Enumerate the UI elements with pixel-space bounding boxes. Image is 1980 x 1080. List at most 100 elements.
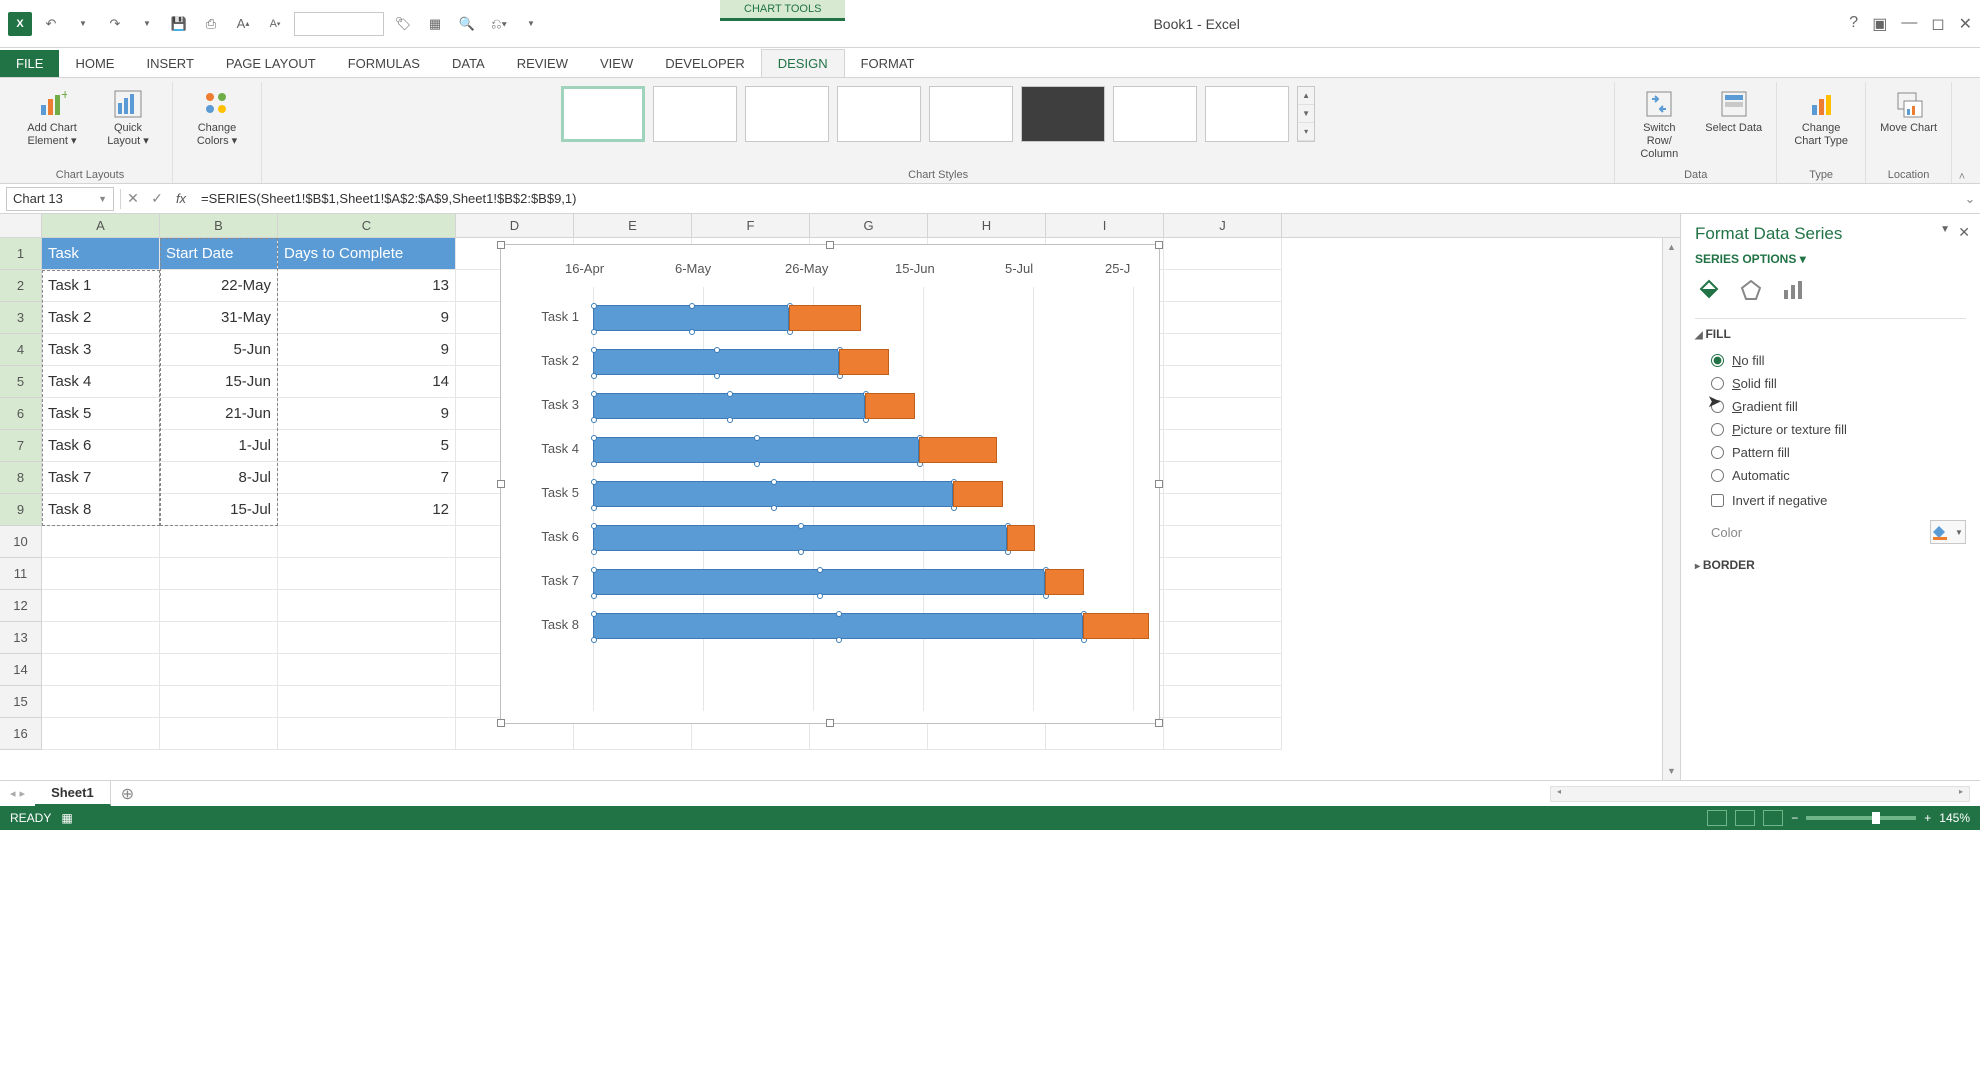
cell-B4[interactable]: 5-Jun [160,334,278,366]
tab-insert[interactable]: INSERT [130,50,209,77]
cell-B13[interactable] [160,622,278,654]
quick-layout-button[interactable]: Quick Layout ▾ [94,86,162,150]
cell-J12[interactable] [1164,590,1282,622]
row-header-10[interactable]: 10 [0,526,42,558]
formula-enter[interactable]: ✓ [145,187,169,211]
cell-A2[interactable]: Task 1 [42,270,160,302]
row-header-14[interactable]: 14 [0,654,42,686]
redo-button[interactable]: ↷ [102,11,128,37]
cell-B15[interactable] [160,686,278,718]
tab-home[interactable]: HOME [59,50,130,77]
cell-C2[interactable]: 13 [278,270,456,302]
cell-A9[interactable]: Task 8 [42,494,160,526]
font-decrease-button[interactable]: A▾ [262,11,288,37]
cell-C6[interactable]: 9 [278,398,456,430]
cell-C14[interactable] [278,654,456,686]
cell-B10[interactable] [160,526,278,558]
row-header-9[interactable]: 9 [0,494,42,526]
name-box[interactable]: Chart 13 ▼ [6,187,114,211]
bar-series1[interactable] [593,349,839,375]
cell-C8[interactable]: 7 [278,462,456,494]
fill-option-no-fill[interactable]: No fill [1695,349,1966,372]
fill-option-pattern-fill[interactable]: Pattern fill [1695,441,1966,464]
cell-C9[interactable]: 12 [278,494,456,526]
column-header-C[interactable]: C [278,214,456,237]
border-section-header[interactable]: BORDER [1695,558,1966,572]
undo-button[interactable]: ↶ [38,11,64,37]
cell-J16[interactable] [1164,718,1282,750]
switch-row-column-button[interactable]: Switch Row/ Column [1625,86,1693,164]
new-sheet-button[interactable]: ⊕ [111,784,144,804]
cell-A1[interactable]: Task [42,238,160,270]
cell-B2[interactable]: 22-May [160,270,278,302]
macro-record-icon[interactable]: ▦ [61,811,72,825]
qat-btn-9[interactable]: 🔍 [454,11,480,37]
cell-A6[interactable]: Task 5 [42,398,160,430]
formula-input[interactable]: =SERIES(Sheet1!$B$1,Sheet1!$A$2:$A$9,She… [193,191,1960,206]
move-chart-button[interactable]: Move Chart [1876,86,1941,137]
effects-tab-icon[interactable] [1737,276,1765,304]
tab-review[interactable]: REVIEW [501,50,584,77]
hscroll-right[interactable]: ▸ [1953,787,1969,801]
cell-C4[interactable]: 9 [278,334,456,366]
fill-line-tab-icon[interactable] [1695,276,1723,304]
cell-C11[interactable] [278,558,456,590]
gallery-expand[interactable]: ▾ [1298,123,1314,141]
column-header-J[interactable]: J [1164,214,1282,237]
row-header-11[interactable]: 11 [0,558,42,590]
close-pane-button[interactable]: ✕ [1958,224,1970,241]
sheet-nav-next[interactable]: ▸ [20,787,26,800]
cell-J8[interactable] [1164,462,1282,494]
column-header-D[interactable]: D [456,214,574,237]
qat-customize[interactable]: ▼ [518,11,544,37]
add-chart-element-button[interactable]: + Add Chart Element ▾ [18,86,86,150]
close-button[interactable]: ✕ [1959,14,1972,34]
qat-btn-4[interactable]: ⎙ [198,11,224,37]
bar-series2[interactable] [919,437,997,463]
normal-view-button[interactable] [1707,810,1727,826]
chart-style-1[interactable] [561,86,645,142]
fill-option-automatic[interactable]: Automatic [1695,464,1966,487]
row-header-7[interactable]: 7 [0,430,42,462]
chart-style-3[interactable] [745,86,829,142]
cell-J14[interactable] [1164,654,1282,686]
cell-A5[interactable]: Task 4 [42,366,160,398]
cell-J7[interactable] [1164,430,1282,462]
cell-A3[interactable]: Task 2 [42,302,160,334]
row-header-8[interactable]: 8 [0,462,42,494]
cell-C13[interactable] [278,622,456,654]
horizontal-scrollbar[interactable]: ◂ ▸ [1550,786,1970,802]
cell-A14[interactable] [42,654,160,686]
embedded-chart[interactable]: 16-Apr6-May26-May15-Jun5-Jul25-JTask 1Ta… [500,244,1160,724]
bar-series1[interactable] [593,525,1007,551]
pane-options-dropdown[interactable]: ▼ [1940,224,1950,235]
bar-series2[interactable] [789,305,861,331]
cell-B7[interactable]: 1-Jul [160,430,278,462]
qat-font-combo[interactable] [294,12,384,36]
bar-series1[interactable] [593,437,919,463]
gallery-scroll-up[interactable]: ▲ [1298,87,1314,105]
cell-C7[interactable]: 5 [278,430,456,462]
cell-B3[interactable]: 31-May [160,302,278,334]
cell-C16[interactable] [278,718,456,750]
bar-series1[interactable] [593,481,953,507]
bar-series2[interactable] [1045,569,1084,595]
tab-developer[interactable]: DEVELOPER [649,50,760,77]
row-header-2[interactable]: 2 [0,270,42,302]
bar-series1[interactable] [593,393,865,419]
bar-series2[interactable] [953,481,1003,507]
cell-J9[interactable] [1164,494,1282,526]
restore-button[interactable]: ◻ [1931,14,1944,34]
zoom-in-button[interactable]: + [1924,811,1931,825]
collapse-ribbon[interactable]: ˄ [1952,82,1972,183]
cell-C10[interactable] [278,526,456,558]
fill-color-picker[interactable]: ▼ [1930,520,1966,544]
tab-file[interactable]: FILE [0,50,59,77]
bar-series1[interactable] [593,569,1045,595]
cell-A8[interactable]: Task 7 [42,462,160,494]
worksheet-grid[interactable]: ABCDEFGHIJ 1TaskStart DateDays to Comple… [0,214,1680,780]
cell-A13[interactable] [42,622,160,654]
column-header-G[interactable]: G [810,214,928,237]
cell-B5[interactable]: 15-Jun [160,366,278,398]
column-header-A[interactable]: A [42,214,160,237]
